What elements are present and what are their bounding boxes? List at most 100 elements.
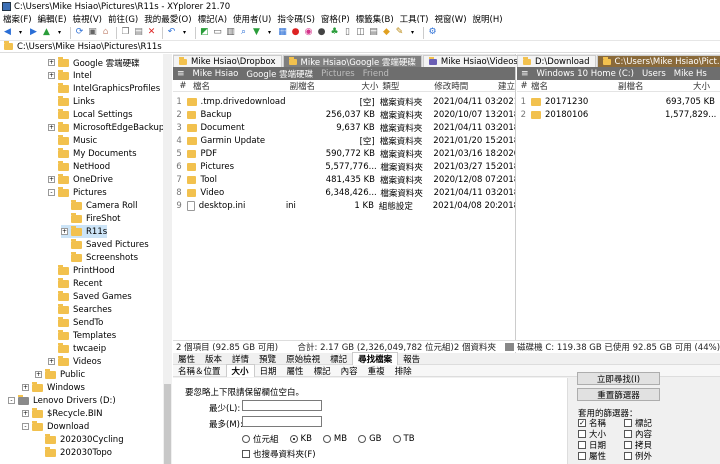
breadcrumb-item[interactable]: Users: [642, 69, 666, 79]
menu-favorites[interactable]: 我的最愛(O): [144, 13, 191, 25]
expand-toggle-icon[interactable]: +: [35, 371, 42, 378]
tree-item[interactable]: - Download: [22, 420, 89, 433]
expand-toggle-icon[interactable]: -: [48, 189, 55, 196]
refresh-icon[interactable]: ⟳: [74, 27, 85, 38]
column-number[interactable]: #: [173, 81, 193, 91]
file-row[interactable]: 5 PDF 590,772 KB 檔案資料夾 2021/03/16 18:0...202…: [173, 147, 515, 160]
column-size[interactable]: 大小: [336, 80, 383, 92]
tree-item[interactable]: My Documents: [48, 147, 137, 160]
unit-kb-radio[interactable]: KB: [289, 434, 312, 444]
tree-item[interactable]: 202030Topo: [35, 446, 112, 459]
tree-item[interactable]: Searches: [48, 303, 112, 316]
left-file-pane[interactable]: Mike Hsiao\Dropbox Mike Hsiao\Google 雲端硬…: [173, 54, 538, 354]
tree-item[interactable]: PrintHood: [48, 264, 115, 277]
home-icon[interactable]: ⌂: [100, 27, 111, 38]
copy-icon[interactable]: ❐: [120, 27, 131, 38]
column-ext[interactable]: 副檔名: [618, 80, 662, 92]
tab-google-drive[interactable]: Mike Hsiao\Google 雲端硬碟: [282, 55, 422, 68]
menu-help[interactable]: 說明(H): [473, 13, 503, 25]
preview-icon[interactable]: ▭: [212, 27, 223, 38]
tree-item[interactable]: IntelGraphicsProfiles: [48, 82, 160, 95]
menu-tools[interactable]: 工具(T): [400, 13, 429, 25]
tab-tags[interactable]: 標記: [325, 353, 352, 365]
tree-item[interactable]: NetHood: [48, 160, 110, 173]
expand-toggle-icon[interactable]: +: [48, 59, 55, 66]
file-list[interactable]: 1 20171230 693,705 KB 2 20180106 1,577,829...: [517, 92, 720, 121]
expand-toggle-icon[interactable]: -: [8, 397, 15, 404]
layout-icon[interactable]: ▤: [368, 27, 379, 38]
tree-item[interactable]: 202030Cycling: [35, 433, 124, 446]
tab-d-download[interactable]: D:\Download: [517, 55, 596, 67]
subtab-content[interactable]: 內容: [336, 365, 363, 377]
expand-toggle-icon[interactable]: -: [22, 423, 29, 430]
menu-view[interactable]: 檢視(V): [73, 13, 102, 25]
column-name[interactable]: 檔名: [193, 80, 290, 92]
filter-checkbox[interactable]: 屬性: [578, 450, 606, 462]
dark-circle-icon[interactable]: ●: [316, 27, 327, 38]
copy-path-icon[interactable]: ▥: [225, 27, 236, 38]
column-type[interactable]: 類型: [382, 80, 434, 92]
tree-item[interactable]: + Videos: [48, 355, 101, 368]
dropdown-icon[interactable]: ▾: [264, 27, 275, 38]
tab-report[interactable]: 報告: [398, 353, 425, 365]
right-file-pane[interactable]: D:\Download C:\Users\Mike Hsiao\Pict...\…: [517, 54, 720, 354]
breadcrumb-item[interactable]: Pictures: [321, 69, 355, 79]
tree-item[interactable]: Local Settings: [48, 108, 133, 121]
tree-item[interactable]: FireShot: [61, 212, 121, 225]
dual-pane-icon[interactable]: ◫: [355, 27, 366, 38]
file-row[interactable]: 7 Tool 481,435 KB 檔案資料夾 2020/12/08 07:0...20…: [173, 173, 515, 186]
filter-checkbox[interactable]: 例外: [624, 450, 652, 462]
tree-item[interactable]: + Intel: [48, 69, 92, 82]
tree-item[interactable]: + OneDrive: [48, 173, 113, 186]
search-icon[interactable]: ⌕: [238, 27, 249, 38]
tree-item[interactable]: - Lenovo Drivers (D:): [8, 394, 116, 407]
up-arrow-icon[interactable]: ▲: [41, 27, 52, 38]
column-number[interactable]: #: [517, 81, 531, 91]
tree-item[interactable]: SendTo: [48, 316, 103, 329]
tree-item[interactable]: Links: [48, 95, 95, 108]
subtab-attributes[interactable]: 屬性: [282, 365, 309, 377]
menu-icon[interactable]: ≡: [521, 69, 529, 79]
expand-toggle-icon[interactable]: +: [48, 72, 55, 79]
breadcrumb-item[interactable]: Google 雲端硬碟: [246, 68, 313, 80]
tab-properties[interactable]: 屬性: [173, 353, 200, 365]
file-row[interactable]: 1 .tmp.drivedownload [空] 檔案資料夾 2021/04/11 03…: [173, 95, 515, 108]
expand-toggle-icon[interactable]: +: [22, 410, 29, 417]
delete-icon[interactable]: ✕: [146, 27, 157, 38]
filter-icon[interactable]: ▼: [251, 27, 262, 38]
column-size[interactable]: 大小: [662, 80, 710, 92]
tab-dropbox[interactable]: Mike Hsiao\Dropbox: [173, 55, 282, 67]
expand-toggle-icon[interactable]: +: [48, 176, 55, 183]
menu-user[interactable]: 使用者(U): [233, 13, 271, 25]
menu-script[interactable]: 指令碼(S): [277, 13, 315, 25]
tree-scrollbar[interactable]: [163, 54, 172, 464]
tree-item[interactable]: Music: [48, 134, 97, 147]
reset-filters-button[interactable]: 重置篩選器: [577, 388, 660, 401]
tree-item[interactable]: Screenshots: [61, 251, 138, 264]
tree-item[interactable]: twcaeip: [48, 342, 106, 355]
find-now-button[interactable]: 立即尋找(I): [577, 372, 660, 385]
unit-bytes-radio[interactable]: 位元組: [242, 433, 279, 445]
expand-toggle-icon[interactable]: +: [48, 124, 55, 131]
tree-item[interactable]: Saved Games: [48, 290, 132, 303]
tab-version[interactable]: 版本: [200, 353, 227, 365]
brush-icon[interactable]: ✎: [394, 27, 405, 38]
address-bar[interactable]: C:\Users\Mike Hsiao\Pictures\R11s: [0, 41, 720, 53]
menu-panes[interactable]: 窗格(P): [321, 13, 350, 25]
dropdown-icon[interactable]: ▾: [15, 27, 26, 38]
tab-videos[interactable]: Mike Hsiao\Videos: [422, 55, 524, 67]
tree-icon[interactable]: ♣: [329, 27, 340, 38]
column-modified[interactable]: 修改時間: [434, 80, 498, 92]
tree-item[interactable]: Saved Pictures: [61, 238, 149, 251]
expand-toggle-icon[interactable]: +: [22, 384, 29, 391]
max-size-input[interactable]: [242, 416, 322, 427]
min-size-input[interactable]: [242, 400, 322, 411]
tree-item[interactable]: + $Recycle.BIN: [22, 407, 103, 420]
file-row[interactable]: 9 desktop.ini ini 1 KB 組態設定 2021/04/08 20:3..…: [173, 199, 515, 212]
address-path[interactable]: C:\Users\Mike Hsiao\Pictures\R11s: [17, 42, 162, 52]
search-folders-checkbox[interactable]: 也搜尋資料夾(F): [242, 448, 316, 460]
expand-toggle-icon[interactable]: +: [61, 228, 68, 235]
menu-go[interactable]: 前往(G): [108, 13, 138, 25]
tree-item[interactable]: + Google 雲端硬碟: [48, 56, 140, 69]
file-row[interactable]: 4 Garmin Update [空] 檔案資料夾 2021/01/20 15:0...…: [173, 134, 515, 147]
